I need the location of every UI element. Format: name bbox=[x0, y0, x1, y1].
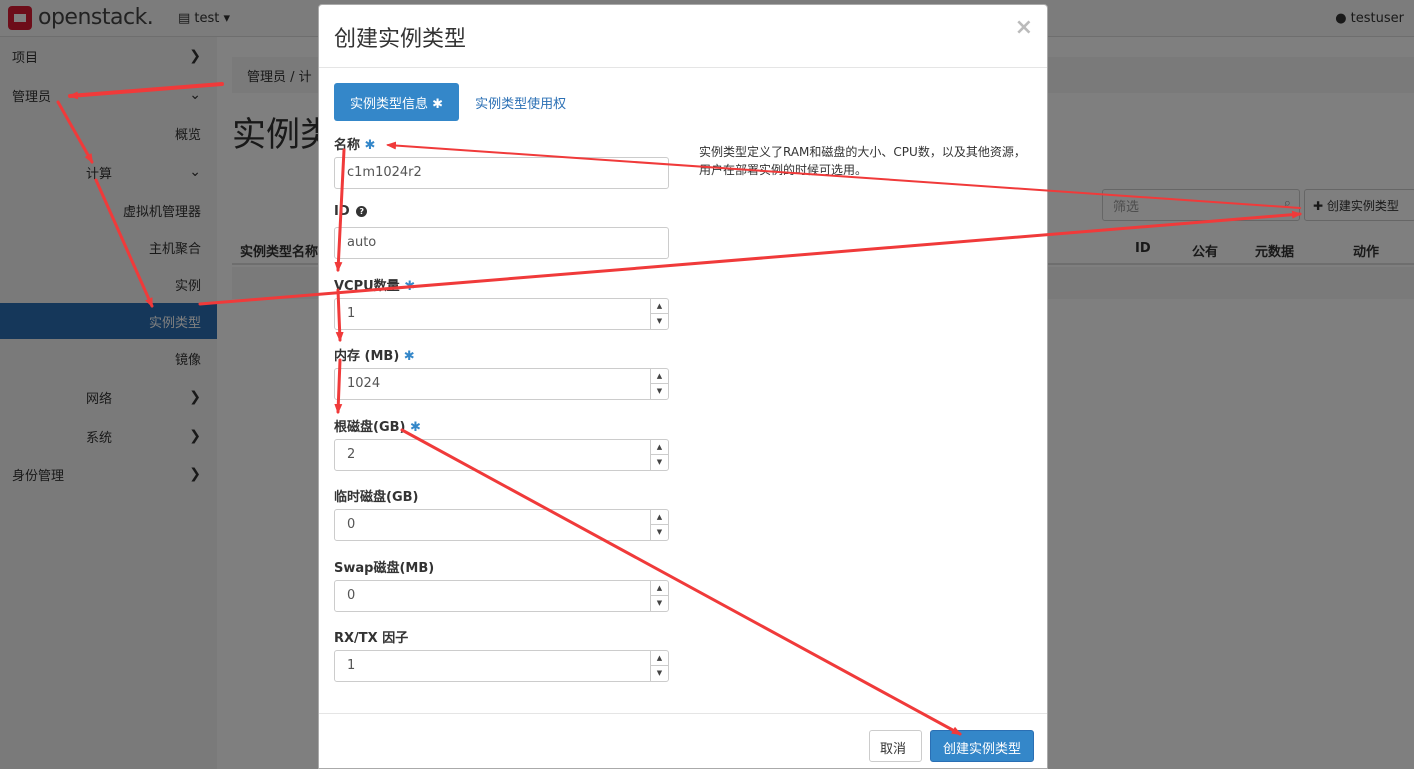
vcpu-stepper[interactable]: 1 ▲ ▼ bbox=[334, 298, 669, 330]
modal-title: 创建实例类型 bbox=[334, 27, 467, 52]
spin-up-icon[interactable]: ▲ bbox=[651, 651, 668, 666]
spinner[interactable]: ▲ ▼ bbox=[650, 510, 668, 540]
swap-stepper[interactable]: 0 ▲ ▼ bbox=[334, 580, 669, 612]
disk-label: 根磁盘(GB) ✱ bbox=[334, 420, 421, 435]
ram-value: 1024 bbox=[347, 376, 381, 391]
tab-flavor-access[interactable]: 实例类型使用权 bbox=[459, 83, 582, 121]
create-flavor-modal: 创建实例类型 × 实例类型信息 ✱ 实例类型使用权 实例类型定义了RAM和磁盘的… bbox=[318, 4, 1048, 769]
spinner[interactable]: ▲ ▼ bbox=[650, 440, 668, 470]
disk-field-group: 根磁盘(GB) ✱ 2 ▲ ▼ bbox=[334, 416, 669, 471]
spin-up-icon[interactable]: ▲ bbox=[651, 510, 668, 525]
rxtx-label: RX/TX 因子 bbox=[334, 631, 409, 646]
spin-down-icon[interactable]: ▼ bbox=[651, 596, 668, 611]
swap-field-group: Swap磁盘(MB) 0 ▲ ▼ bbox=[334, 557, 669, 612]
rxtx-field-group: RX/TX 因子 1 ▲ ▼ bbox=[334, 627, 669, 682]
swap-value: 0 bbox=[347, 588, 356, 603]
tab-label: 实例类型使用权 bbox=[475, 97, 567, 112]
spin-down-icon[interactable]: ▼ bbox=[651, 666, 668, 681]
name-field-group: 名称 ✱ c1m1024r2 bbox=[334, 134, 669, 189]
required-icon: ✱ bbox=[364, 138, 376, 153]
spin-down-icon[interactable]: ▼ bbox=[651, 314, 668, 329]
tab-flavor-info[interactable]: 实例类型信息 ✱ bbox=[334, 83, 460, 121]
id-label: ID ? bbox=[334, 204, 669, 224]
ephemeral-stepper[interactable]: 0 ▲ ▼ bbox=[334, 509, 669, 541]
required-icon: ✱ bbox=[410, 420, 421, 435]
vcpu-field-group: VCPU数量 ✱ 1 ▲ ▼ bbox=[334, 275, 669, 330]
spin-up-icon[interactable]: ▲ bbox=[651, 299, 668, 314]
help-icon[interactable]: ? bbox=[356, 206, 368, 217]
vcpu-value: 1 bbox=[347, 306, 356, 321]
required-icon: ✱ bbox=[404, 279, 416, 294]
required-icon: ✱ bbox=[403, 349, 415, 364]
spinner[interactable]: ▲ ▼ bbox=[650, 299, 668, 329]
id-field-group: ID ? auto bbox=[334, 204, 669, 259]
create-flavor-submit-button[interactable]: 创建实例类型 bbox=[930, 730, 1034, 762]
flavor-description: 实例类型定义了RAM和磁盘的大小、CPU数，以及其他资源，用户在部署实例的时候可… bbox=[699, 145, 1026, 177]
required-icon: ✱ bbox=[432, 97, 444, 112]
ram-label: 内存 (MB) ✱ bbox=[334, 349, 415, 364]
spin-up-icon[interactable]: ▲ bbox=[651, 369, 668, 384]
vcpu-label: VCPU数量 ✱ bbox=[334, 279, 416, 294]
rxtx-value: 1 bbox=[347, 658, 356, 673]
spin-down-icon[interactable]: ▼ bbox=[651, 384, 668, 399]
modal-tabs: 实例类型信息 ✱ 实例类型使用权 bbox=[334, 83, 582, 121]
name-input[interactable]: c1m1024r2 bbox=[334, 157, 669, 189]
rxtx-stepper[interactable]: 1 ▲ ▼ bbox=[334, 650, 669, 682]
ephemeral-value: 0 bbox=[347, 517, 356, 532]
name-label: 名称 ✱ bbox=[334, 138, 376, 153]
spin-down-icon[interactable]: ▼ bbox=[651, 455, 668, 470]
name-value: c1m1024r2 bbox=[347, 165, 422, 180]
disk-value: 2 bbox=[347, 447, 356, 462]
modal-footer: 取消 创建实例类型 bbox=[319, 713, 1047, 769]
id-value: auto bbox=[347, 235, 377, 250]
ram-stepper[interactable]: 1024 ▲ ▼ bbox=[334, 368, 669, 400]
ephemeral-field-group: 临时磁盘(GB) 0 ▲ ▼ bbox=[334, 486, 669, 541]
id-input[interactable]: auto bbox=[334, 227, 669, 259]
spinner[interactable]: ▲ ▼ bbox=[650, 581, 668, 611]
swap-label: Swap磁盘(MB) bbox=[334, 561, 435, 576]
spinner[interactable]: ▲ ▼ bbox=[650, 651, 668, 681]
spin-up-icon[interactable]: ▲ bbox=[651, 440, 668, 455]
ram-field-group: 内存 (MB) ✱ 1024 ▲ ▼ bbox=[334, 345, 669, 400]
cancel-button[interactable]: 取消 bbox=[869, 730, 922, 762]
spin-down-icon[interactable]: ▼ bbox=[651, 525, 668, 540]
disk-stepper[interactable]: 2 ▲ ▼ bbox=[334, 439, 669, 471]
modal-header: 创建实例类型 × bbox=[319, 5, 1047, 68]
ephemeral-label: 临时磁盘(GB) bbox=[334, 490, 419, 505]
close-icon[interactable]: × bbox=[1015, 15, 1033, 40]
tab-label: 实例类型信息 bbox=[350, 97, 429, 112]
spinner[interactable]: ▲ ▼ bbox=[650, 369, 668, 399]
spin-up-icon[interactable]: ▲ bbox=[651, 581, 668, 596]
